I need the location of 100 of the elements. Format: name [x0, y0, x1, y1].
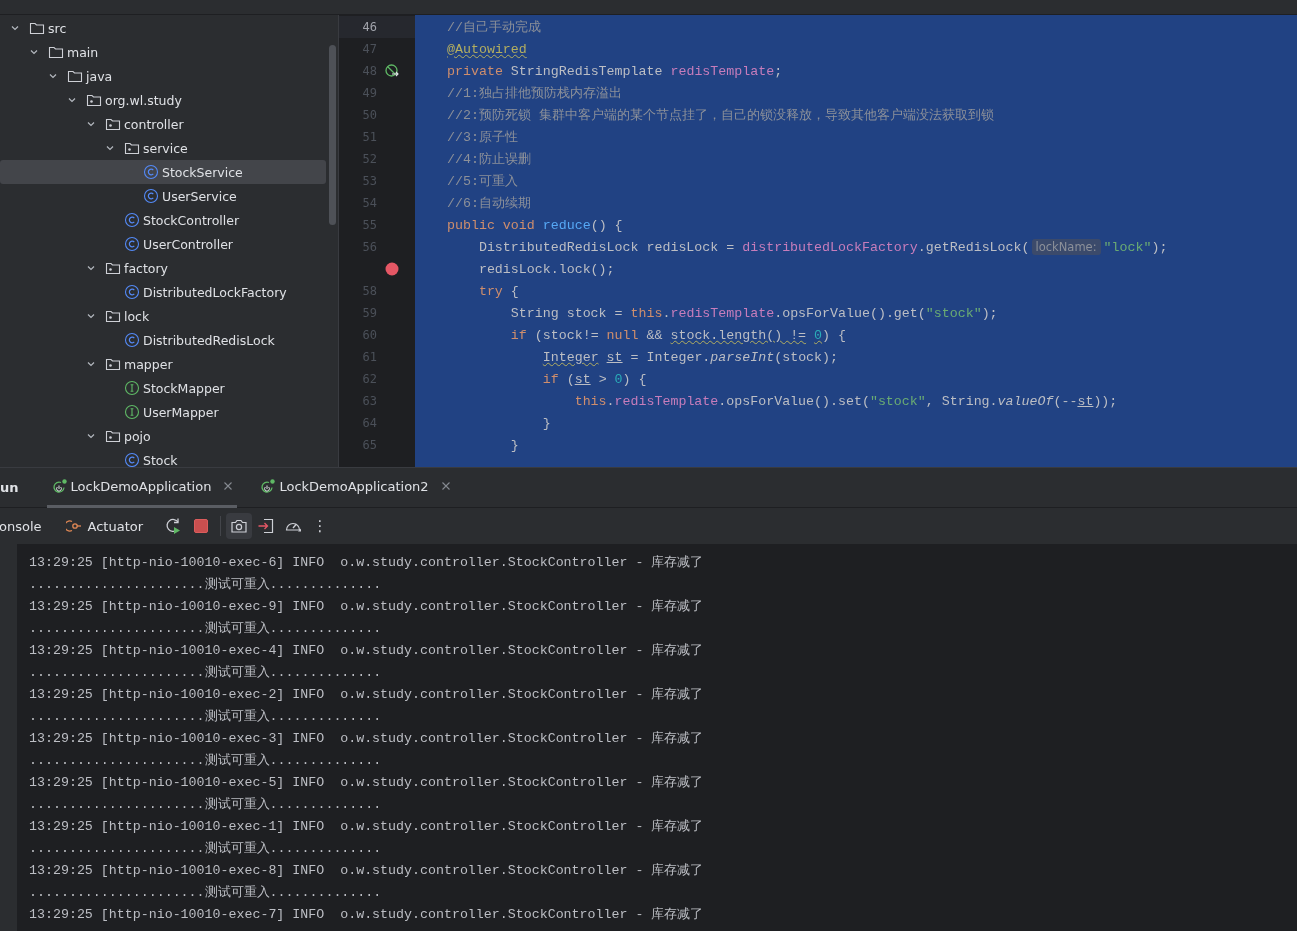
package-folder-icon [86, 92, 102, 108]
package-folder-icon [105, 428, 121, 444]
tree-item[interactable]: mapper [0, 352, 326, 376]
folder-icon [48, 44, 64, 60]
console-tab[interactable]: Actuator [65, 518, 144, 534]
package-folder-icon [124, 140, 140, 156]
chevron-down-icon [86, 311, 96, 321]
log-line: 13:29:25 [http-nio-10010-exec-4] INFO o.w.study.controller.StockController - 库存减了 [29, 642, 705, 660]
package-folder-icon [105, 356, 121, 372]
tree-item[interactable]: Stock [0, 448, 326, 467]
tree-item[interactable]: UserController [0, 232, 326, 256]
parameter-hint: lockName: [1031, 239, 1101, 255]
log-line: ......................测试可重入.............. [29, 576, 383, 594]
tree-item[interactable]: org.wl.study [0, 88, 326, 112]
folder-icon [29, 20, 45, 36]
tree-item[interactable]: StockMapper [0, 376, 326, 400]
code-line: Integer st = Integer.parseInt(stock); [542, 349, 839, 365]
class-icon [124, 236, 140, 252]
code-line: //2:预防死锁 集群中客户端的某个节点挂了，自己的锁没释放，导致其他客户端没法获取到锁 [447, 107, 994, 124]
scrollbar[interactable] [329, 45, 336, 225]
tree-item[interactable]: src [0, 16, 326, 40]
log-line: 13:29:25 [http-nio-10010-exec-7] INFO o.w.study.controller.StockController - 库存减了 [29, 906, 705, 924]
code-line: if (stock!= null && stock.length() != 0) { [510, 327, 846, 343]
tree-item[interactable]: controller [0, 112, 326, 136]
chevron-down-icon [86, 431, 96, 441]
log-line: ......................测试可重入.............. [29, 708, 383, 726]
panel-title: un [0, 480, 19, 495]
tree-item[interactable]: DistributedLockFactory [0, 280, 326, 304]
code-line: this.redisTemplate.opsForValue().set("stock", String.valueOf(--st)); [574, 393, 1118, 409]
code-line: if (st > 0) { [542, 371, 647, 387]
class-icon [124, 212, 140, 228]
tree-item[interactable]: UserService [0, 184, 326, 208]
class-icon [143, 164, 159, 180]
code-line: redisLock.lock(); [478, 261, 615, 277]
camera-icon [230, 517, 249, 535]
chevron-down-icon [48, 71, 58, 81]
chevron-down-icon [29, 47, 39, 57]
tree-item[interactable]: service [0, 136, 326, 160]
tree-item[interactable]: DistributedRedisLock [0, 328, 326, 352]
run-config-icon [50, 478, 69, 494]
tree-item[interactable]: main [0, 40, 326, 64]
actuator-icon [65, 518, 82, 534]
class-icon [124, 284, 140, 300]
log-line: ......................测试可重入.............. [29, 840, 383, 858]
log-line: 13:29:25 [http-nio-10010-exec-3] INFO o.w.study.controller.StockController - 库存减了 [29, 730, 705, 748]
code-line: DistributedRedisLock redisLock = distributedLockFactory.getRedisLock( [478, 239, 1030, 255]
tree-item[interactable]: lock [0, 304, 326, 328]
package-folder-icon [105, 260, 121, 276]
chevron-down-icon [86, 119, 96, 129]
chevron-down-icon [67, 95, 77, 105]
package-folder-icon [105, 308, 121, 324]
code-line: //6:自动续期 [447, 195, 531, 212]
run-tab[interactable]: LockDemoApplication2 [255, 467, 455, 508]
interface-icon [124, 404, 140, 420]
code-line: //4:防止误删 [447, 151, 531, 168]
folder-icon [67, 68, 83, 84]
line-number: 46 [361, 20, 377, 34]
chevron-down-icon [105, 143, 115, 153]
log-line: ......................测试可重入.............. [29, 664, 383, 682]
code-line: @Autowired [447, 41, 527, 57]
tree-item[interactable]: StockService [0, 160, 326, 184]
package-folder-icon [105, 116, 121, 132]
log-line: ......................测试可重入.............. [29, 796, 383, 814]
log-line: ......................测试可重入.............. [29, 620, 383, 638]
code-line: private StringRedisTemplate redisTemplate; [447, 63, 783, 79]
log-line: 13:29:25 [http-nio-10010-exec-9] INFO o.w.study.controller.StockController - 库存减了 [29, 598, 705, 616]
log-line: ......................测试可重入.............. [29, 752, 383, 770]
more-button[interactable]: ⋮ [307, 513, 334, 539]
class-icon [124, 452, 140, 467]
chevron-down-icon [86, 359, 96, 369]
code-line: //3:原子性 [447, 129, 518, 146]
log-line: 13:29:25 [http-nio-10010-exec-2] INFO o.w.study.controller.StockController - 库存减了 [29, 686, 705, 704]
code-line: "lock"); [1103, 239, 1168, 255]
chevron-down-icon [10, 23, 20, 33]
code-line: } [510, 437, 519, 453]
log-line: ......................测试可重入.............. [29, 884, 383, 902]
code-line: //自己手动完成 [447, 19, 541, 36]
interface-icon [124, 380, 140, 396]
run-config-icon [259, 478, 278, 494]
class-icon [124, 332, 140, 348]
code-line: try { [478, 283, 519, 299]
code-line: //1:独占排他预防栈内存溢出 [447, 85, 622, 102]
log-line: 13:29:25 [http-nio-10010-exec-5] INFO o.w.study.controller.StockController - 库存减了 [29, 774, 705, 792]
console-tab[interactable]: onsole [0, 518, 42, 534]
exit-icon [257, 517, 276, 535]
close-icon [440, 481, 451, 491]
code-line: String stock = this.redisTemplate.opsForValue().get("stock"); [510, 305, 998, 321]
tree-item[interactable]: factory [0, 256, 326, 280]
tree-item[interactable]: UserMapper [0, 400, 326, 424]
close-icon [223, 481, 234, 491]
stop-icon [192, 517, 211, 535]
code-line: //5:可重入 [447, 173, 518, 190]
tree-item[interactable]: StockController [0, 208, 326, 232]
tree-item[interactable]: java [0, 64, 326, 88]
log-line: 13:29:25 [http-nio-10010-exec-8] INFO o.w.study.controller.StockController - 库存减了 [29, 862, 705, 880]
code-line: public void reduce() { [447, 217, 623, 233]
log-line: 13:29:25 [http-nio-10010-exec-6] INFO o.w.study.controller.StockController - 库存减了 [29, 554, 705, 572]
code-line: } [542, 415, 551, 431]
tree-item[interactable]: pojo [0, 424, 326, 448]
camera-button[interactable] [226, 513, 253, 539]
